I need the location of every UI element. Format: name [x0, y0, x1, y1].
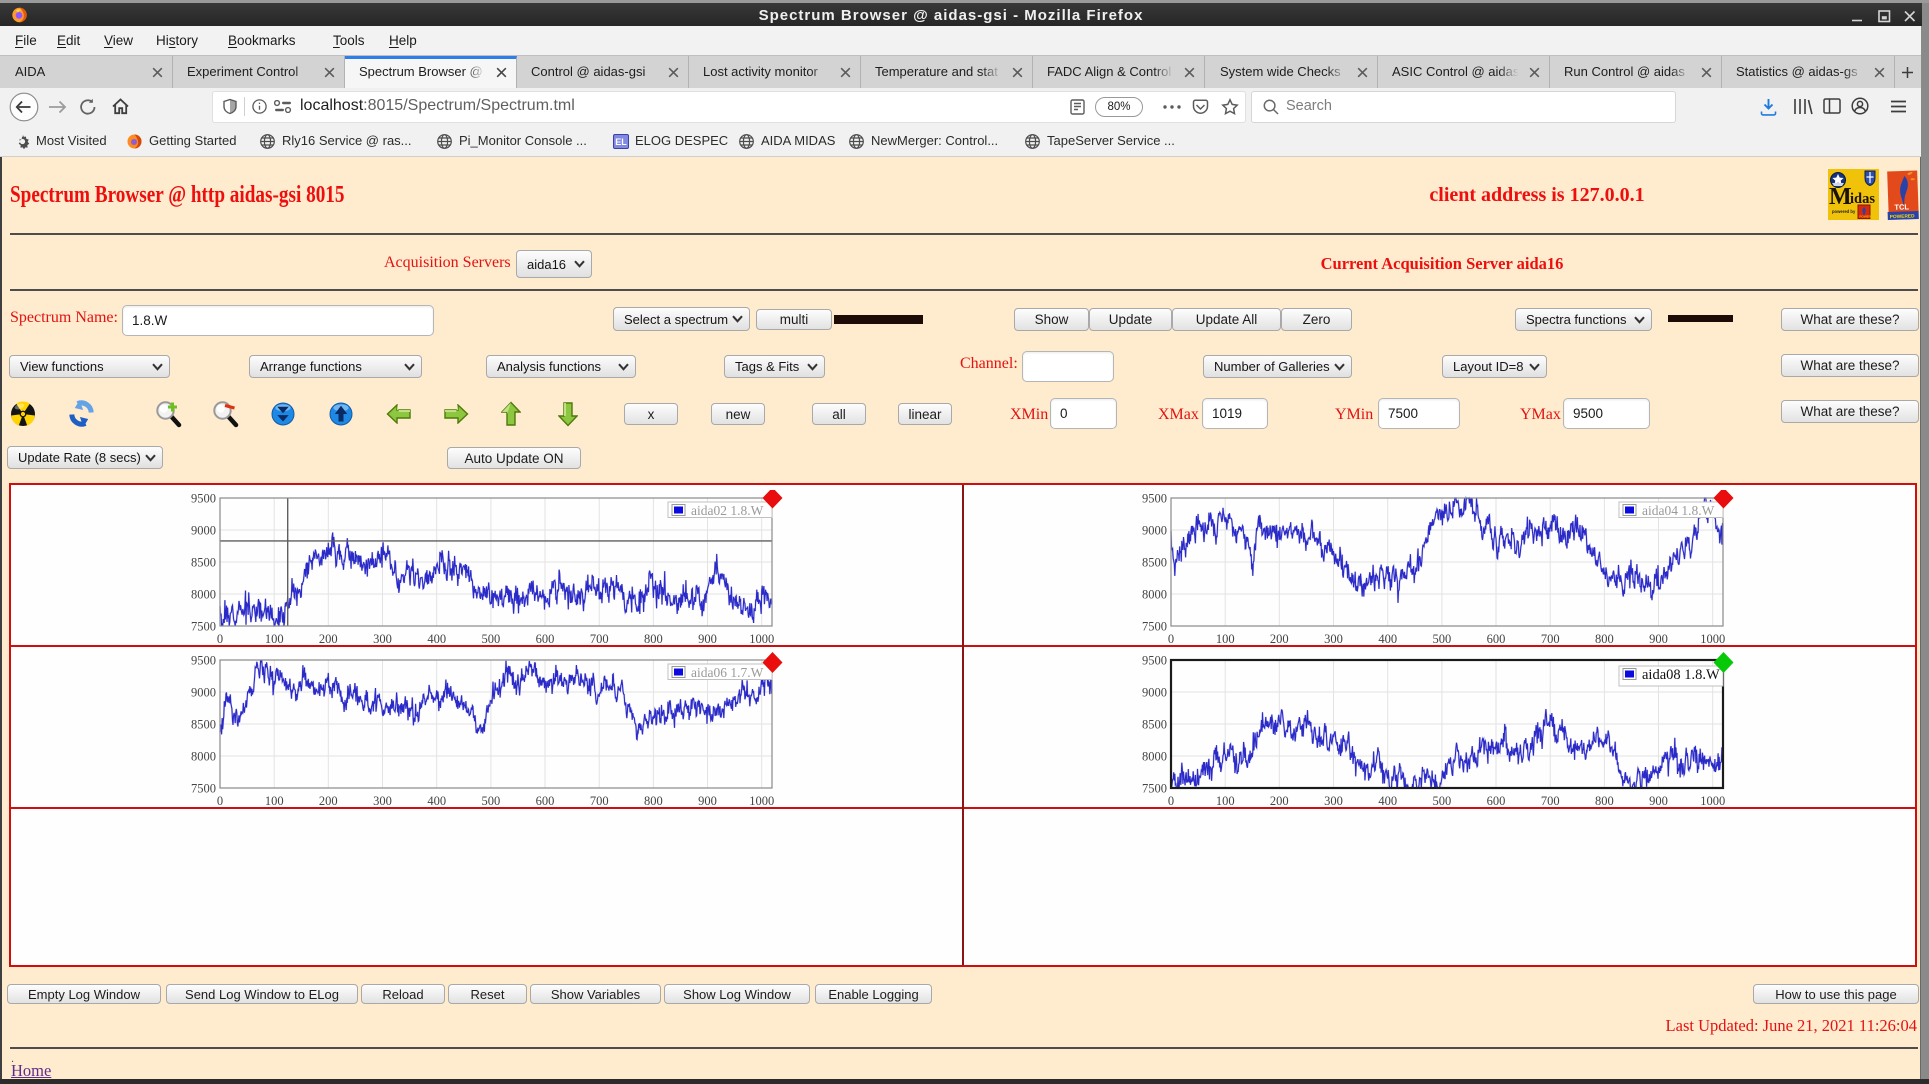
svg-text:100: 100: [1216, 632, 1235, 646]
svg-text:700: 700: [590, 632, 609, 646]
svg-text:POWER: POWER: [1860, 215, 1872, 219]
svg-text:8500: 8500: [1142, 718, 1167, 732]
svg-text:8000: 8000: [1142, 588, 1167, 602]
svg-text:600: 600: [1487, 632, 1506, 646]
svg-text:400: 400: [427, 794, 446, 808]
svg-text:600: 600: [536, 794, 555, 808]
svg-text:300: 300: [373, 632, 392, 646]
svg-text:aida02 1.8.W: aida02 1.8.W: [691, 503, 764, 518]
svg-text:200: 200: [1270, 632, 1289, 646]
svg-text:700: 700: [590, 794, 609, 808]
svg-text:8000: 8000: [191, 588, 216, 602]
svg-text:400: 400: [427, 632, 446, 646]
svg-text:500: 500: [1433, 794, 1452, 808]
svg-text:7500: 7500: [1142, 620, 1167, 634]
svg-text:800: 800: [644, 794, 663, 808]
svg-text:800: 800: [1595, 794, 1614, 808]
svg-text:8000: 8000: [1142, 750, 1167, 764]
svg-text:aida06 1.7.W: aida06 1.7.W: [691, 665, 764, 680]
svg-text:300: 300: [1324, 794, 1343, 808]
svg-text:8000: 8000: [191, 750, 216, 764]
svg-text:900: 900: [698, 794, 717, 808]
svg-text:8500: 8500: [191, 556, 216, 570]
svg-text:700: 700: [1541, 794, 1560, 808]
svg-text:500: 500: [482, 632, 501, 646]
svg-text:500: 500: [482, 794, 501, 808]
svg-text:200: 200: [1270, 794, 1289, 808]
svg-text:9000: 9000: [1142, 524, 1167, 538]
svg-text:600: 600: [1487, 794, 1506, 808]
svg-text:EL: EL: [615, 137, 627, 147]
svg-text:400: 400: [1378, 632, 1397, 646]
svg-text:aida08 1.8.W: aida08 1.8.W: [1642, 667, 1720, 683]
svg-text:TCL: TCL: [1894, 202, 1909, 212]
svg-text:9500: 9500: [191, 492, 216, 506]
svg-text:100: 100: [265, 632, 284, 646]
svg-text:M: M: [1829, 184, 1852, 210]
svg-text:9500: 9500: [1142, 654, 1167, 668]
svg-text:0: 0: [217, 794, 223, 808]
svg-text:200: 200: [319, 632, 338, 646]
svg-text:8500: 8500: [1142, 556, 1167, 570]
svg-text:8500: 8500: [191, 718, 216, 732]
svg-text:7500: 7500: [191, 782, 216, 796]
svg-text:300: 300: [1324, 632, 1343, 646]
svg-text:900: 900: [1649, 632, 1668, 646]
svg-text:200: 200: [319, 794, 338, 808]
svg-text:300: 300: [373, 794, 392, 808]
svg-text:800: 800: [644, 632, 663, 646]
svg-text:700: 700: [1541, 632, 1560, 646]
svg-text:0: 0: [1168, 632, 1174, 646]
svg-text:1000: 1000: [749, 794, 774, 808]
svg-text:9500: 9500: [191, 654, 216, 668]
svg-text:0: 0: [217, 632, 223, 646]
svg-text:aida04 1.8.W: aida04 1.8.W: [1642, 503, 1715, 518]
svg-text:7500: 7500: [191, 620, 216, 634]
svg-text:1000: 1000: [1700, 632, 1725, 646]
svg-text:1000: 1000: [749, 632, 774, 646]
svg-text:9000: 9000: [191, 524, 216, 538]
svg-text:100: 100: [1216, 794, 1235, 808]
svg-text:1000: 1000: [1700, 794, 1725, 808]
svg-text:900: 900: [1649, 794, 1668, 808]
svg-text:powered by: powered by: [1832, 209, 1856, 214]
svg-text:9500: 9500: [1142, 492, 1167, 506]
svg-text:0: 0: [1168, 794, 1174, 808]
svg-text:9000: 9000: [191, 686, 216, 700]
svg-text:500: 500: [1433, 632, 1452, 646]
svg-text:400: 400: [1378, 794, 1397, 808]
svg-text:600: 600: [536, 632, 555, 646]
svg-text:7500: 7500: [1142, 782, 1167, 796]
svg-text:100: 100: [265, 794, 284, 808]
svg-text:POWERED: POWERED: [1890, 213, 1916, 220]
svg-text:900: 900: [698, 632, 717, 646]
svg-text:9000: 9000: [1142, 686, 1167, 700]
svg-text:800: 800: [1595, 632, 1614, 646]
